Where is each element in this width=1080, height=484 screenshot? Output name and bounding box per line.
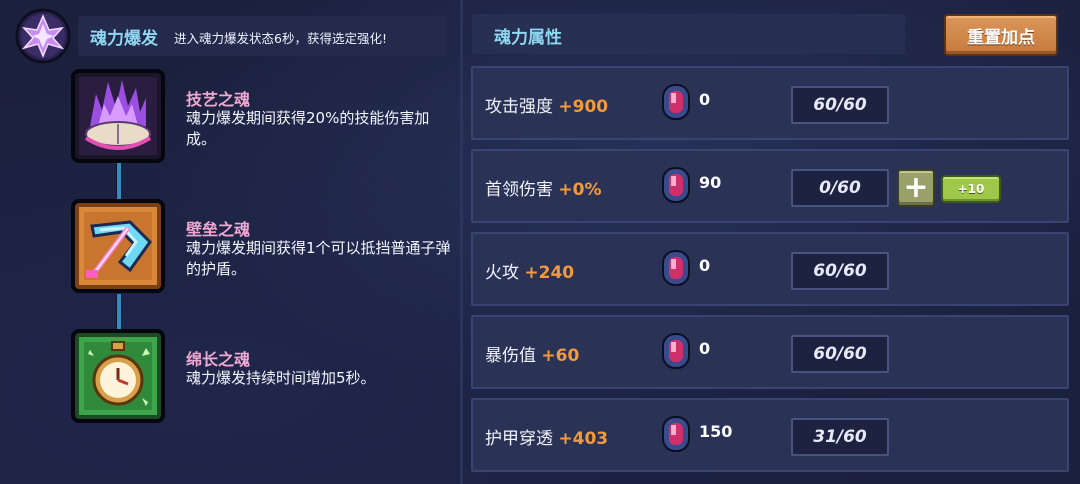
stat-level: 60/60	[791, 335, 889, 373]
panel-divider	[460, 0, 463, 484]
soul-name-bulwark: 壁垒之魂	[186, 220, 251, 239]
purple-flame-book-icon[interactable]	[70, 68, 166, 164]
stat-name: 攻击强度	[485, 97, 553, 117]
stat-label: 护甲穿透 +403	[485, 424, 608, 449]
stat-row-boss-damage: 首领伤害 +0% 90 0/60 + +10	[471, 149, 1069, 223]
soul-burst-title: 魂力爆发	[90, 29, 158, 49]
stat-label: 火攻 +240	[485, 258, 574, 283]
soul-power-screen: 魂力爆发 进入魂力爆发状态6秒，获得选定强化! 技艺之魂 魂力爆发期间获得20%…	[0, 0, 1080, 484]
soul-name-endurance: 绵长之魂	[186, 350, 251, 369]
stat-bonus: +900	[558, 97, 609, 117]
add-ten-points-button[interactable]: +10	[941, 175, 1001, 203]
soul-gem-icon	[662, 333, 690, 369]
stat-label: 首领伤害 +0%	[485, 175, 602, 200]
soul-description-bulwark: 魂力爆发期间获得1个可以抵挡普通子弹的护盾。	[186, 239, 451, 278]
stat-level: 60/60	[791, 86, 889, 124]
stat-name: 首领伤害	[485, 180, 553, 200]
soul-description-skill: 魂力爆发期间获得20%的技能伤害加成。	[186, 109, 430, 148]
soul-burst-description: 进入魂力爆发状态6秒，获得选定强化!	[174, 31, 387, 46]
soul-connector	[116, 294, 122, 330]
stat-bonus: +0%	[558, 180, 602, 200]
stat-level: 31/60	[791, 418, 889, 456]
stat-row-armor-penetration: 护甲穿透 +403 150 31/60	[471, 398, 1069, 472]
stopwatch-icon[interactable]	[70, 328, 166, 424]
stat-row-fire-attack: 火攻 +240 0 60/60	[471, 232, 1069, 306]
soul-gem-icon	[662, 167, 690, 203]
gem-count: 0	[699, 256, 711, 275]
stat-bonus: +403	[558, 429, 609, 449]
stat-level: 0/60	[791, 169, 889, 207]
stat-label: 暴伤值 +60	[485, 341, 579, 366]
attributes-title: 魂力属性	[494, 28, 562, 48]
stat-row-crit-damage: 暴伤值 +60 0 60/60	[471, 315, 1069, 389]
stat-level: 60/60	[791, 252, 889, 290]
soul-gem-icon	[662, 250, 690, 286]
gem-count: 150	[699, 422, 733, 441]
soul-burst-bar: 魂力爆发 进入魂力爆发状态6秒，获得选定强化!	[78, 16, 446, 56]
stat-bonus: +60	[541, 346, 580, 366]
gem-count: 0	[699, 90, 711, 109]
stat-name: 暴伤值	[485, 346, 536, 366]
soul-gem-icon	[662, 416, 690, 452]
soul-burst-emblem-icon	[15, 8, 71, 64]
soul-name-skill: 技艺之魂	[186, 90, 251, 109]
soul-burst-header: 魂力爆发 进入魂力爆发状态6秒，获得选定强化!	[8, 6, 448, 64]
add-point-button[interactable]: +	[897, 169, 935, 207]
gem-count: 0	[699, 339, 711, 358]
shield-sword-icon[interactable]	[70, 198, 166, 294]
reset-points-button[interactable]: 重置加点	[944, 14, 1058, 56]
attributes-header: 魂力属性	[472, 14, 905, 54]
stat-name: 护甲穿透	[485, 429, 553, 449]
stat-row-attack-power: 攻击强度 +900 0 60/60	[471, 66, 1069, 140]
gem-count: 90	[699, 173, 722, 192]
soul-gem-icon	[662, 84, 690, 120]
stat-label: 攻击强度 +900	[485, 92, 608, 117]
soul-description-endurance: 魂力爆发持续时间增加5秒。	[186, 369, 376, 387]
stat-bonus: +240	[524, 263, 575, 283]
stat-name: 火攻	[485, 263, 519, 283]
